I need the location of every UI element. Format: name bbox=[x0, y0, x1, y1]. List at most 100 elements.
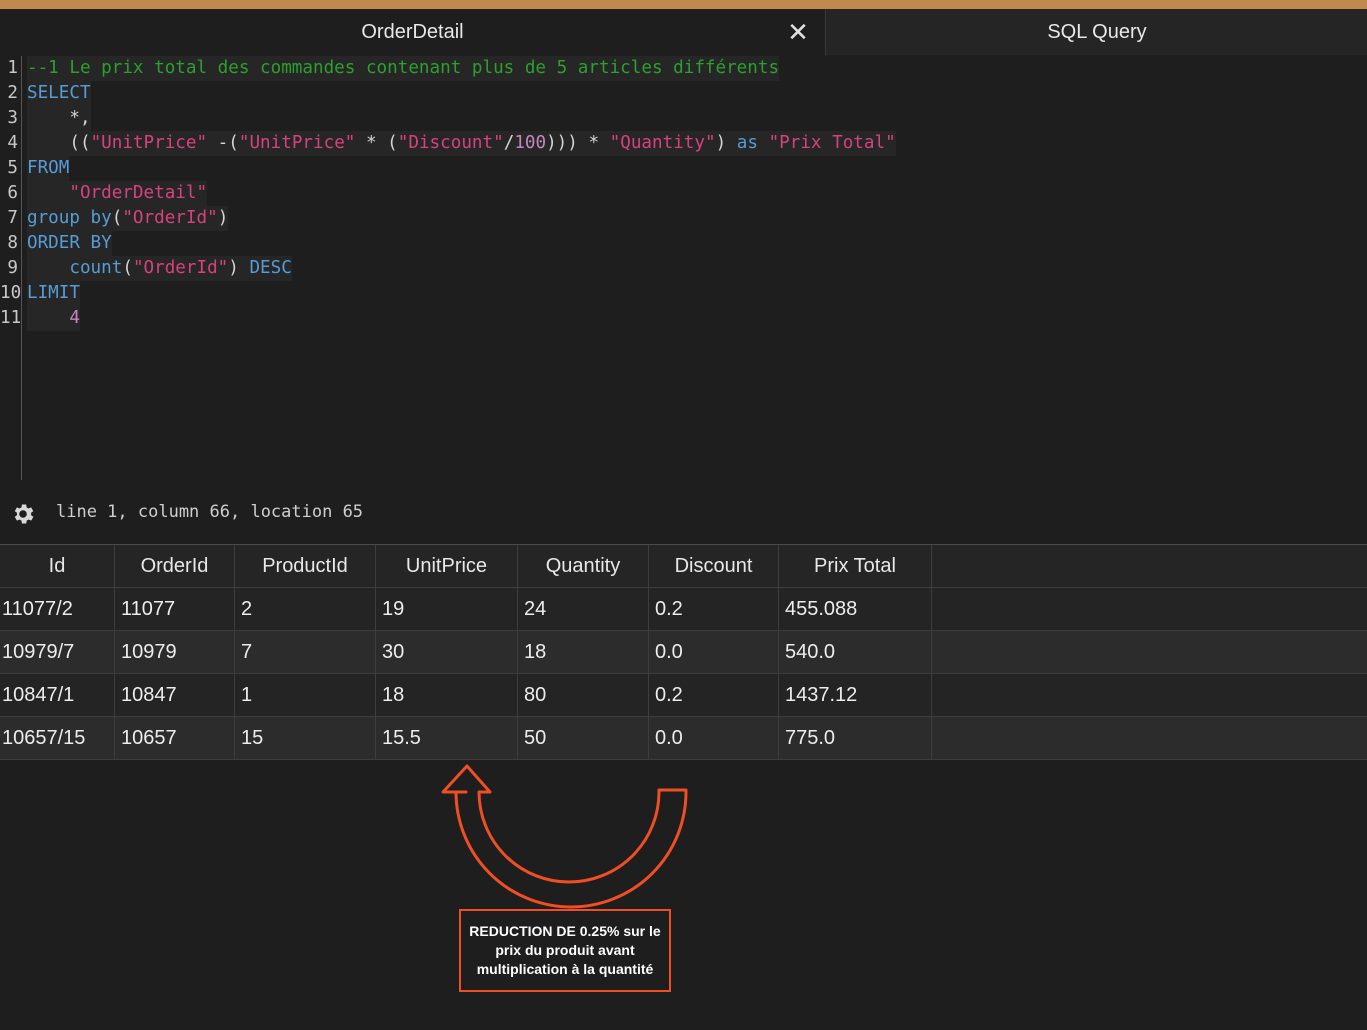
cell-unitprice[interactable]: 15.5 bbox=[376, 717, 518, 760]
cell-quantity[interactable]: 50 bbox=[518, 717, 649, 760]
close-icon[interactable]: ✕ bbox=[783, 17, 813, 47]
gear-icon[interactable] bbox=[10, 501, 36, 527]
cell-discount[interactable]: 0.2 bbox=[649, 674, 779, 717]
code-token: ) bbox=[715, 133, 737, 153]
code-token: "Quantity" bbox=[609, 133, 716, 153]
code-token: 4 bbox=[69, 308, 80, 328]
cell-productid[interactable]: 2 bbox=[235, 588, 376, 631]
cell-orderid[interactable]: 10847 bbox=[115, 674, 235, 717]
tab-sql-query-label: SQL Query bbox=[1047, 20, 1147, 43]
code-text[interactable]: count("OrderId") DESC bbox=[27, 256, 292, 281]
table-row[interactable]: 11077/2 11077 2 19 24 0.2 455.088 bbox=[0, 588, 1367, 631]
cell-prix-total[interactable]: 775.0 bbox=[779, 717, 932, 760]
code-token: FROM bbox=[27, 158, 70, 178]
line-number: 2 bbox=[7, 83, 18, 103]
sql-editor[interactable]: 1 --1 Le prix total des commandes contena… bbox=[0, 56, 1367, 480]
tab-bar: OrderDetail ✕ SQL Query bbox=[0, 9, 1367, 55]
results-header-row: Id OrderId ProductId UnitPrice Quantity … bbox=[0, 545, 1367, 588]
cell-id[interactable]: 10847/1 bbox=[0, 674, 115, 717]
column-header-id[interactable]: Id bbox=[0, 545, 115, 588]
column-header-unitprice[interactable]: UnitPrice bbox=[376, 545, 518, 588]
cell-orderid[interactable]: 10657 bbox=[115, 717, 235, 760]
cell-unitprice[interactable]: 18 bbox=[376, 674, 518, 717]
cell-orderid[interactable]: 10979 bbox=[115, 631, 235, 674]
cell-quantity[interactable]: 18 bbox=[518, 631, 649, 674]
code-text[interactable]: 4 bbox=[27, 306, 80, 331]
column-header-productid[interactable]: ProductId bbox=[235, 545, 376, 588]
code-text[interactable]: LIMIT bbox=[27, 281, 80, 306]
cell-prix-total[interactable]: 1437.12 bbox=[779, 674, 932, 717]
annotation-note: REDUCTION DE 0.25% sur le prix du produi… bbox=[459, 909, 671, 992]
code-token: LIMIT bbox=[27, 283, 80, 303]
tab-sql-query[interactable]: SQL Query bbox=[827, 9, 1367, 55]
code-token: -( bbox=[207, 133, 239, 153]
cell-discount[interactable]: 0.2 bbox=[649, 588, 779, 631]
cell-productid[interactable]: 1 bbox=[235, 674, 376, 717]
table-row[interactable]: 10657/15 10657 15 15.5 50 0.0 775.0 bbox=[0, 717, 1367, 760]
column-header-discount[interactable]: Discount bbox=[649, 545, 779, 588]
line-number: 10 bbox=[0, 283, 22, 303]
code-token: ORDER BY bbox=[27, 233, 112, 253]
cell-prix-total[interactable]: 455.088 bbox=[779, 588, 932, 631]
line-number: 1 bbox=[7, 58, 18, 78]
code-token: "OrderId" bbox=[132, 258, 229, 278]
cell-quantity[interactable]: 80 bbox=[518, 674, 649, 717]
line-number: 4 bbox=[7, 133, 18, 153]
cell-quantity[interactable]: 24 bbox=[518, 588, 649, 631]
code-text[interactable]: SELECT bbox=[27, 81, 91, 106]
code-token: "Prix Total" bbox=[768, 133, 896, 153]
table-row[interactable]: 10847/1 10847 1 18 80 0.2 1437.12 bbox=[0, 674, 1367, 717]
code-token: ( bbox=[122, 258, 133, 278]
code-text[interactable]: group by("OrderId") bbox=[27, 206, 229, 231]
line-number: 7 bbox=[7, 208, 18, 228]
code-token: DESC bbox=[249, 258, 292, 278]
code-text[interactable]: FROM bbox=[27, 156, 70, 181]
line-number: 6 bbox=[7, 183, 18, 203]
column-header-orderid[interactable]: OrderId bbox=[115, 545, 235, 588]
code-token: / bbox=[503, 133, 515, 153]
code-token: "UnitPrice" bbox=[238, 133, 356, 153]
column-header-prix-total[interactable]: Prix Total bbox=[779, 545, 932, 588]
cell-unitprice[interactable]: 19 bbox=[376, 588, 518, 631]
cell-id[interactable]: 10979/7 bbox=[0, 631, 115, 674]
cell-id[interactable]: 11077/2 bbox=[0, 588, 115, 631]
cell-orderid[interactable]: 11077 bbox=[115, 588, 235, 631]
cell-productid[interactable]: 7 bbox=[235, 631, 376, 674]
code-token: --1 Le prix total des commandes contenan… bbox=[27, 58, 780, 78]
line-number: 5 bbox=[7, 158, 18, 178]
code-token: group by bbox=[27, 208, 112, 228]
cell-productid[interactable]: 15 bbox=[235, 717, 376, 760]
code-token: ( bbox=[111, 208, 123, 228]
code-text[interactable]: ORDER BY bbox=[27, 231, 112, 256]
curved-arrow-icon bbox=[441, 764, 688, 909]
code-token: ) bbox=[217, 208, 229, 228]
code-token: ) bbox=[228, 258, 250, 278]
code-token: SELECT bbox=[27, 83, 91, 103]
cell-prix-total[interactable]: 540.0 bbox=[779, 631, 932, 674]
tab-orderdetail[interactable]: OrderDetail ✕ bbox=[0, 9, 826, 55]
line-number: 8 bbox=[7, 233, 18, 253]
code-token: "OrderId" bbox=[122, 208, 218, 228]
code-text[interactable]: "OrderDetail" bbox=[27, 181, 208, 206]
code-text[interactable]: (("UnitPrice" -("UnitPrice" * ("Discount… bbox=[27, 131, 896, 156]
cell-id[interactable]: 10657/15 bbox=[0, 717, 115, 760]
code-text[interactable]: *, bbox=[27, 106, 91, 131]
code-token: count bbox=[69, 258, 123, 278]
cell-discount[interactable]: 0.0 bbox=[649, 631, 779, 674]
cell-discount[interactable]: 0.0 bbox=[649, 717, 779, 760]
cursor-position-text: line 1, column 66, location 65 bbox=[56, 502, 364, 522]
code-token: * ( bbox=[355, 133, 398, 153]
gutter-divider bbox=[21, 56, 22, 480]
window-top-strip bbox=[0, 0, 1367, 9]
column-header-quantity[interactable]: Quantity bbox=[518, 545, 649, 588]
code-token: *, bbox=[27, 108, 91, 128]
cell-unitprice[interactable]: 30 bbox=[376, 631, 518, 674]
tab-orderdetail-label: OrderDetail bbox=[361, 20, 464, 43]
code-token: "OrderDetail" bbox=[69, 183, 208, 203]
code-text[interactable]: --1 Le prix total des commandes contenan… bbox=[27, 56, 780, 81]
code-token: as bbox=[736, 133, 758, 153]
table-row[interactable]: 10979/7 10979 7 30 18 0.0 540.0 bbox=[0, 631, 1367, 674]
